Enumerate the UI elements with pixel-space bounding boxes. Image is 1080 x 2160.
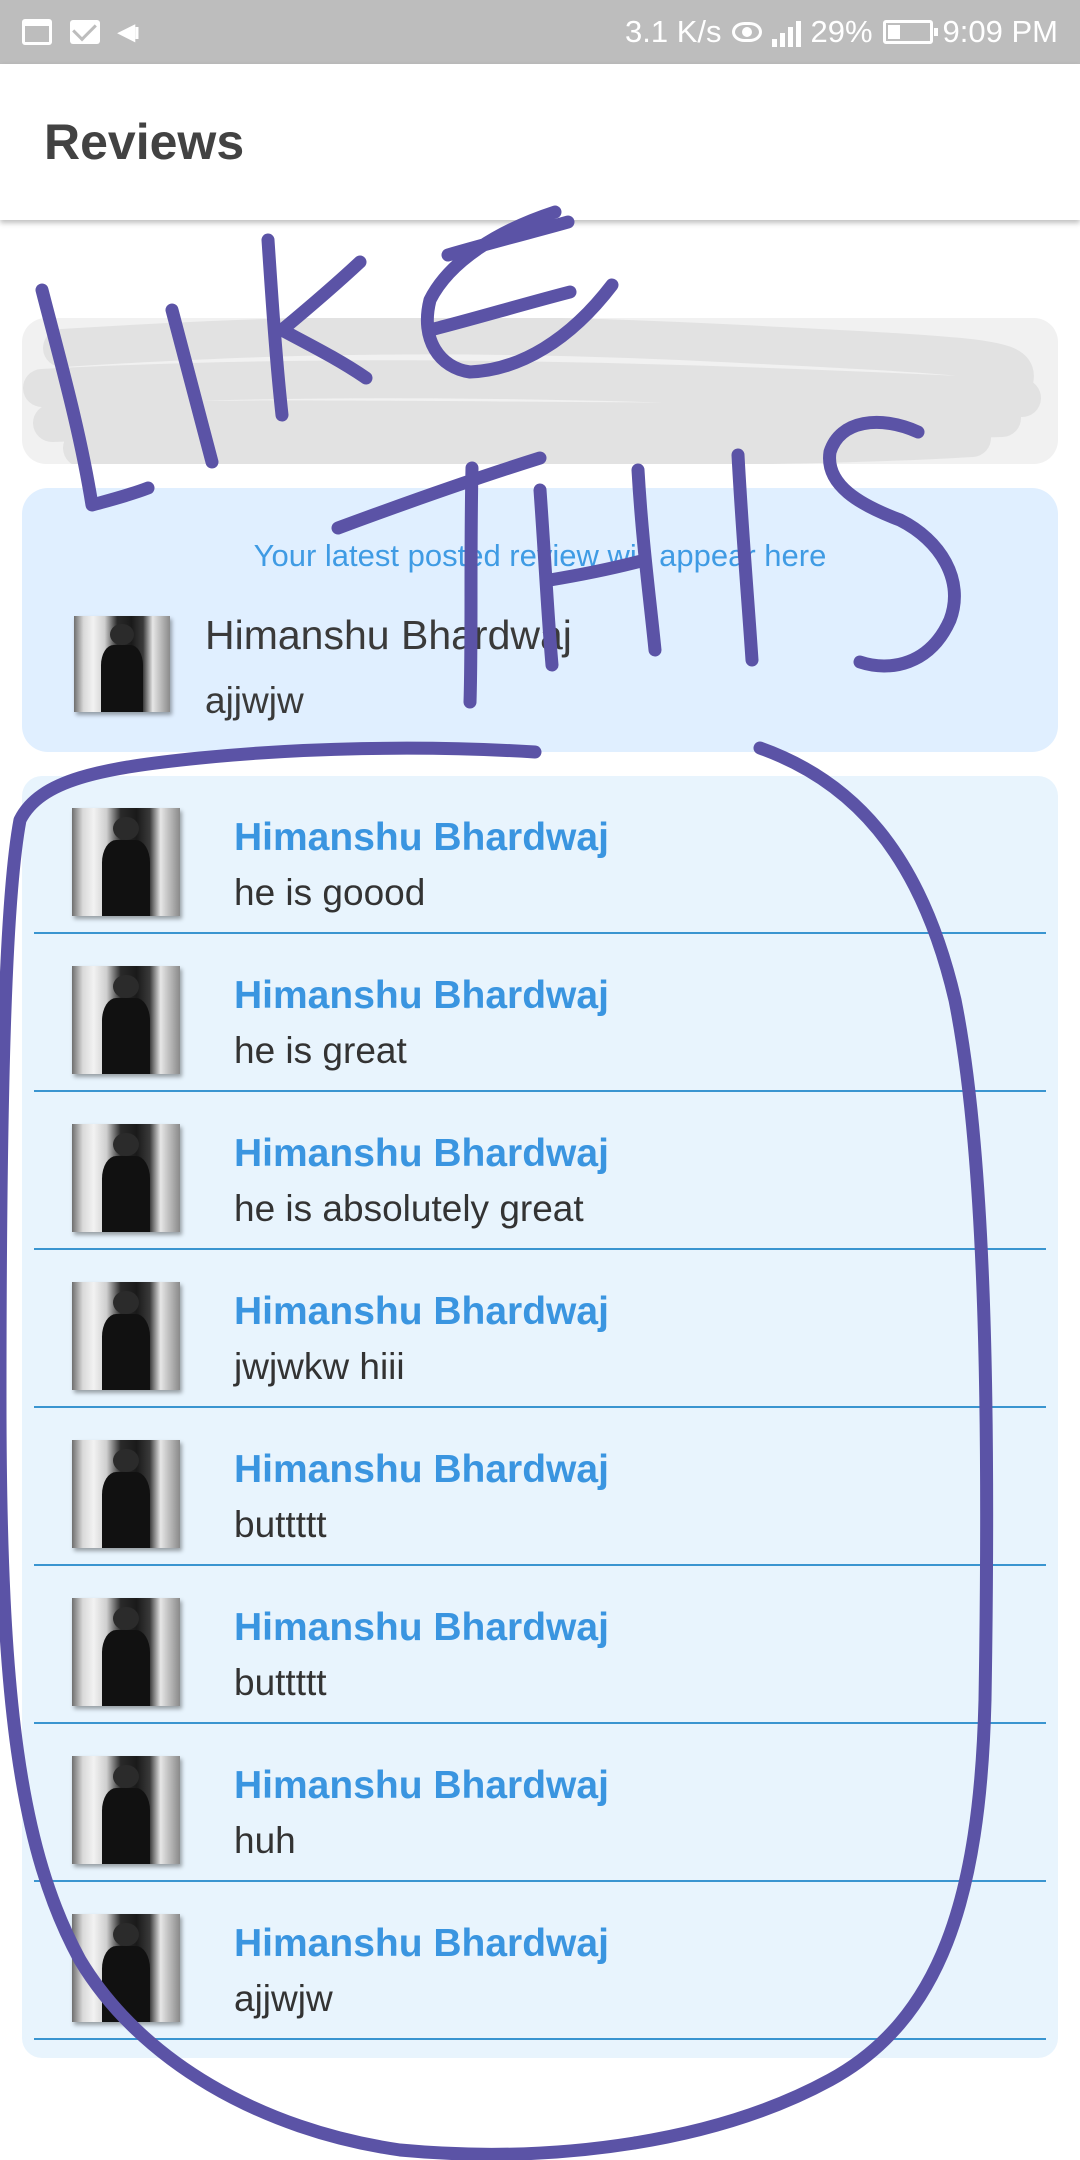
avatar	[72, 1440, 180, 1548]
reviewer-name: Himanshu Bhardwaj	[234, 1764, 609, 1807]
eye-icon	[731, 22, 762, 42]
avatar	[72, 966, 180, 1074]
review-text: he is absolutely great	[234, 1188, 584, 1229]
avatar	[72, 808, 180, 916]
network-speed: 3.1 K/s	[625, 14, 722, 49]
avatar	[72, 1124, 180, 1232]
review-item[interactable]: Himanshu Bhardwaj buttttt	[34, 1408, 1046, 1566]
review-text: ajjwjw	[234, 1978, 333, 2019]
signal-icon	[771, 17, 801, 47]
review-text: he is goood	[234, 872, 426, 913]
reviews-list[interactable]: Himanshu Bhardwaj he is goood Himanshu B…	[22, 776, 1058, 2058]
reviewer-name: Himanshu Bhardwaj	[234, 1132, 609, 1175]
avatar	[74, 616, 170, 712]
gray-scribble	[23, 318, 1041, 464]
app-bar: Reviews	[0, 64, 1080, 220]
calendar-icon	[22, 19, 52, 45]
status-bar: ◀ı 3.1 K/s 29% 9:09 PM	[0, 0, 1080, 64]
review-item[interactable]: Himanshu Bhardwaj ajjwjw	[34, 1882, 1046, 2040]
avatar	[72, 1282, 180, 1390]
review-text: huh	[234, 1820, 296, 1861]
review-item[interactable]: Himanshu Bhardwaj buttttt	[34, 1566, 1046, 1724]
review-item[interactable]: Himanshu Bhardwaj huh	[34, 1724, 1046, 1882]
reviewer-name: Himanshu Bhardwaj	[234, 1448, 609, 1491]
latest-reviewer-name: Himanshu Bhardwaj	[205, 612, 572, 658]
review-item[interactable]: Himanshu Bhardwaj he is absolutely great	[34, 1092, 1046, 1250]
notification-icons: ◀ı	[22, 19, 140, 45]
battery-percent: 29%	[810, 14, 873, 49]
review-item[interactable]: Himanshu Bhardwaj jwjwkw hiii	[34, 1250, 1046, 1408]
avatar	[72, 1756, 180, 1864]
latest-review-caption: Your latest posted review will appear he…	[253, 538, 827, 573]
reviewer-name: Himanshu Bhardwaj	[234, 1606, 609, 1649]
clock: 9:09 PM	[942, 14, 1058, 49]
review-input-area[interactable]	[22, 318, 1058, 464]
volte-icon: ◀ı	[118, 19, 140, 44]
latest-review-text: ajjwjw	[205, 680, 304, 721]
reviewer-name: Himanshu Bhardwaj	[234, 816, 609, 859]
latest-review-card: Your latest posted review will appear he…	[22, 488, 1058, 752]
reviewer-name: Himanshu Bhardwaj	[234, 1290, 609, 1333]
system-icons: 3.1 K/s 29% 9:09 PM	[625, 14, 1058, 50]
review-text: jwjwkw hiii	[234, 1346, 405, 1387]
avatar	[72, 1914, 180, 2022]
review-text: buttttt	[234, 1662, 327, 1703]
battery-icon	[882, 20, 938, 44]
reviewer-name: Himanshu Bhardwaj	[234, 1922, 609, 1965]
review-text: he is great	[234, 1030, 407, 1071]
page-title: Reviews	[44, 114, 245, 170]
mail-icon	[70, 20, 100, 44]
reviewer-name: Himanshu Bhardwaj	[234, 974, 609, 1017]
avatar	[72, 1598, 180, 1706]
review-item[interactable]: Himanshu Bhardwaj he is great	[34, 934, 1046, 1092]
review-text: buttttt	[234, 1504, 327, 1545]
review-item[interactable]: Himanshu Bhardwaj he is goood	[34, 776, 1046, 934]
